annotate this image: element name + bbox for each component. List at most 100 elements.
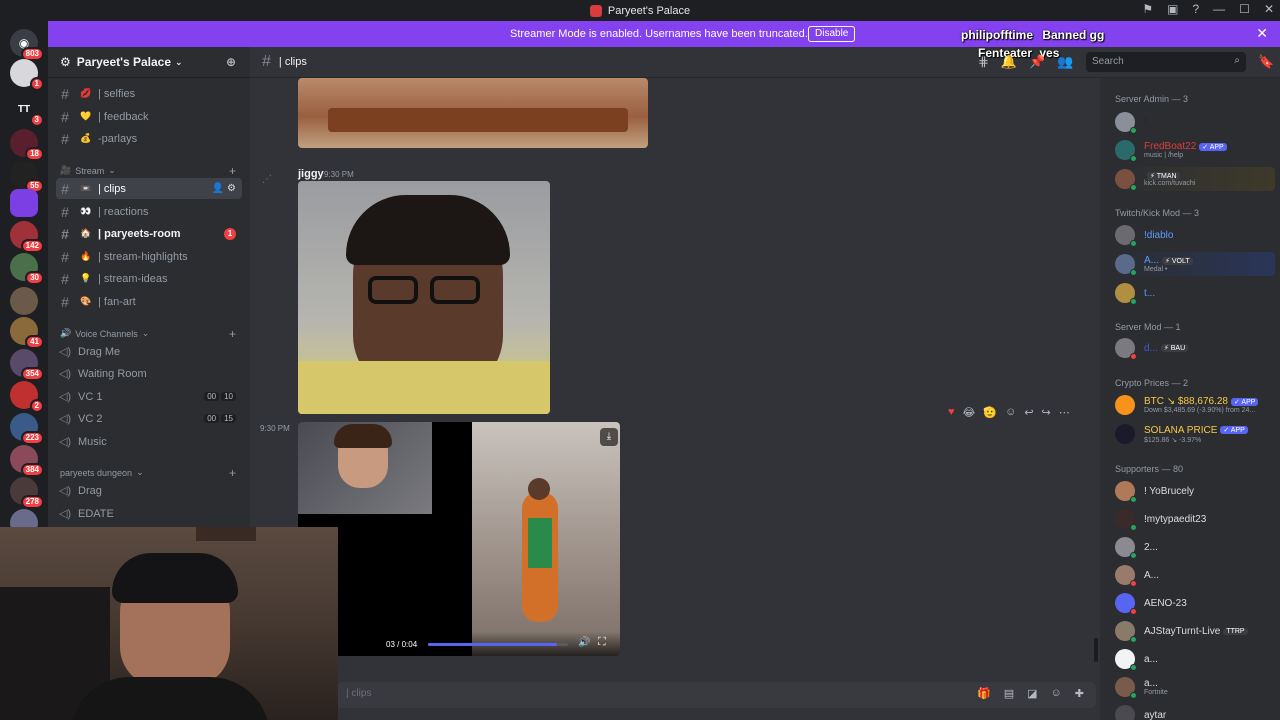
laugh-reaction-icon[interactable]: 😂 [963, 406, 976, 419]
member-item[interactable]: A... [1115, 563, 1275, 587]
add-member-icon[interactable]: 👤 [212, 183, 224, 194]
fullscreen-icon[interactable]: ⛶ [598, 636, 606, 649]
gif-icon[interactable]: ▤ [1004, 687, 1014, 700]
threads-icon[interactable]: ⋕ [978, 54, 989, 70]
member-item[interactable]: AENO-23 [1115, 591, 1275, 615]
member-item[interactable]: d... ⚡ BAU [1115, 336, 1275, 360]
screen-icon[interactable]: ▣ [1167, 2, 1178, 16]
channel-reactions[interactable]: # 👀 | reactions [56, 201, 242, 222]
server-icon[interactable]: 384 [10, 445, 44, 477]
member-item[interactable]: t... [1115, 281, 1275, 305]
channel-feedback[interactable]: # 💛 | feedback [56, 106, 242, 127]
create-channel-icon[interactable]: + [229, 327, 236, 341]
voice-channel-vc2[interactable]: ◁) VC 2 00 15 [56, 408, 242, 429]
inbox-flag-icon[interactable]: ⚑ [1142, 2, 1153, 16]
server-icon-tt[interactable]: TT 3 [10, 95, 44, 127]
server-icon[interactable]: 41 [10, 317, 44, 349]
voice-channel-waiting-room[interactable]: ◁) Waiting Room [56, 363, 242, 384]
close-window-icon[interactable]: ✕ [1264, 2, 1274, 16]
emoji-icon[interactable]: ☺ [1051, 687, 1062, 700]
member-item[interactable]: f... [1115, 110, 1275, 134]
server-icon[interactable]: 278 [10, 477, 44, 509]
member-item[interactable]: aytar [1115, 703, 1275, 720]
channel-fan-art[interactable]: # 🎨 | fan-art [56, 291, 242, 312]
channel-parlays[interactable]: # 💰 -parlays [56, 128, 242, 149]
add-reaction-icon[interactable]: ☺ [1005, 406, 1016, 419]
smile-reaction-icon[interactable]: 🫡 [983, 406, 997, 419]
heart-reaction-icon[interactable]: ♥ [948, 406, 955, 419]
channel-stream-highlights[interactable]: # 🔥 | stream-highlights [56, 246, 242, 267]
download-icon[interactable]: ⤓ [600, 428, 618, 446]
member-item[interactable]: AJStayTurnt-Live TTRP [1115, 619, 1275, 643]
apps-icon[interactable]: ✚ [1075, 687, 1084, 700]
scrollbar-thumb[interactable] [1094, 638, 1098, 662]
voice-channel-drag[interactable]: ◁) Drag [56, 480, 242, 501]
help-icon[interactable]: ? [1192, 2, 1199, 16]
reply-icon[interactable]: ↩ [1024, 406, 1033, 419]
channel-paryeets-room[interactable]: # 🏠 | paryeets-room 1 [56, 223, 242, 244]
voice-channel-drag-me[interactable]: ◁) Drag Me [56, 341, 242, 362]
server-icon[interactable]: 142 [10, 221, 44, 253]
channel-selfies[interactable]: # 💋 | selfies [56, 83, 242, 104]
member-item[interactable]: SOLANA PRICE ✓ APP $125.86 ↘ -3.97% [1115, 422, 1275, 446]
video-player[interactable]: ⤓ 03 / 0:04 🔊 ⛶ [298, 422, 620, 656]
category-stream[interactable]: 🎥 Stream ⌄ + [60, 164, 236, 178]
create-channel-icon[interactable]: + [229, 466, 236, 480]
member-item[interactable]: FredBoat22 ✓ APP music | /help [1115, 138, 1275, 162]
forward-icon[interactable]: ↪ [1042, 406, 1051, 419]
server-icon[interactable]: 18 [10, 129, 44, 161]
voice-channel-vc1[interactable]: ◁) VC 1 00 10 [56, 386, 242, 407]
member-item[interactable]: ! YoBrucely [1115, 479, 1275, 503]
member-item[interactable]: !mytypaedit23 [1115, 507, 1275, 531]
message-composer[interactable]: | clips 🎁 ▤ ◪ ☺ ✚ [336, 682, 1096, 708]
gear-icon[interactable]: ⚙ [227, 183, 236, 194]
notification-icon[interactable]: 🔔 [1001, 54, 1017, 70]
pin-icon[interactable]: 📌 [1029, 54, 1045, 70]
window-controls: ⚑ ▣ ? — ☐ ✕ [1142, 2, 1274, 16]
gift-icon[interactable]: 🎁 [977, 687, 991, 700]
server-icon[interactable]: 2 [10, 381, 44, 413]
member-list-icon[interactable]: 👥 [1057, 54, 1073, 70]
stream-chat-overlay: philipofftime Banned gg [961, 28, 1104, 42]
disable-button[interactable]: Disable [808, 26, 856, 42]
member-item[interactable]: a... [1115, 647, 1275, 671]
voice-channel-edate[interactable]: ◁) EDATE [56, 503, 242, 524]
server-header[interactable]: ⚙ Paryeet's Palace ⌄ ⊕ [48, 47, 250, 78]
channel-stream-ideas[interactable]: # 💡 | stream-ideas [56, 268, 242, 289]
voice-channel-music[interactable]: ◁) Music [56, 431, 242, 452]
server-icon[interactable]: 354 [10, 349, 44, 381]
channel-clips[interactable]: # 📼 | clips 👤 ⚙ [56, 178, 242, 199]
volume-icon[interactable]: 🔊 [578, 637, 590, 648]
server-icon[interactable]: 223 [10, 413, 44, 445]
maximize-icon[interactable]: ☐ [1239, 2, 1250, 16]
category-voice[interactable]: 🔊 Voice Channels ⌄ + [60, 327, 236, 341]
member-item[interactable]: 2... [1115, 535, 1275, 559]
member-item[interactable]: a... Fortnite [1115, 675, 1275, 699]
create-channel-icon[interactable]: + [229, 164, 236, 178]
member-name: d... [1144, 342, 1158, 354]
search-input[interactable]: Search ⌕ [1086, 52, 1246, 72]
server-icon[interactable]: 55 [10, 161, 44, 193]
close-banner-icon[interactable]: ✕ [1256, 25, 1268, 42]
attachment-image[interactable] [298, 181, 550, 414]
category-dungeon[interactable]: paryeets dungeon ⌄ + [60, 466, 236, 480]
member-item[interactable]: BTC ↘ $88,676.28 ✓ APP Down $3,485.69 (-3… [1115, 393, 1275, 417]
bookmark-icon[interactable]: 🔖 [1258, 54, 1274, 70]
server-icon[interactable]: 1 [10, 59, 44, 91]
direct-messages-button[interactable]: ◉ 803 [10, 29, 44, 61]
user-count: 00 [204, 392, 220, 401]
video-progress[interactable] [428, 643, 568, 646]
message-author[interactable]: jiggy [298, 168, 324, 180]
invite-people-icon[interactable]: ⊕ [226, 55, 236, 69]
chevron-down-icon: ⌄ [136, 467, 144, 477]
more-options-icon[interactable]: ⋯ [1059, 406, 1070, 419]
minimize-icon[interactable]: — [1213, 2, 1225, 16]
server-icon[interactable] [10, 287, 38, 315]
server-icon[interactable] [10, 189, 38, 217]
member-item[interactable]: A... ⚡ VOLT Medal • [1115, 252, 1275, 276]
sticker-icon[interactable]: ◪ [1027, 687, 1037, 700]
server-icon[interactable]: 30 [10, 253, 44, 285]
member-item[interactable]: !diablo [1115, 223, 1275, 247]
attachment-image[interactable] [298, 78, 648, 148]
member-item[interactable]: ⚡ TMAN kick.com/tuvachi [1115, 167, 1275, 191]
